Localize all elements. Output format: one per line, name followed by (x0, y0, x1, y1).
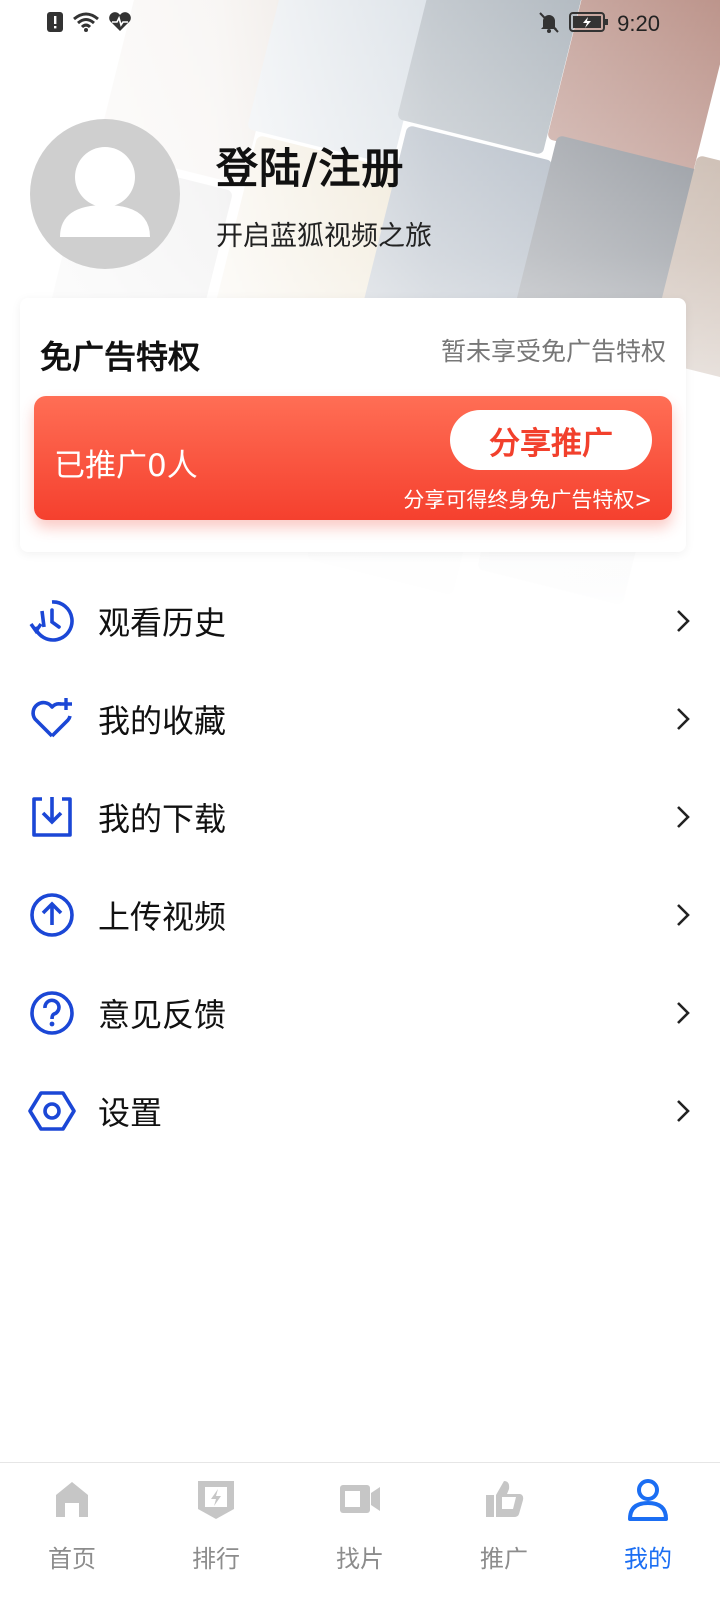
alert-icon (46, 11, 64, 37)
promo-banner: 已推广0人 分享推广 分享可得终身免广告特权> (34, 396, 672, 520)
question-icon (28, 989, 76, 1037)
menu-item-watch-history[interactable]: 观看历史 (0, 572, 720, 670)
nav-label: 排行 (192, 1545, 240, 1573)
menu-item-downloads[interactable]: 我的下载 (0, 768, 720, 866)
bell-off-icon (537, 10, 561, 38)
ranking-icon (192, 1475, 240, 1523)
adfree-privilege-card: 免广告特权 暂未享受免广告特权 已推广0人 分享推广 分享可得终身免广告特权> (20, 298, 686, 552)
profile-header[interactable]: 登陆/注册 开启蓝狐视频之旅 (30, 118, 690, 270)
menu-label: 观看历史 (98, 604, 227, 642)
status-bar: 9:20 (0, 0, 720, 48)
settings-hex-icon (28, 1087, 76, 1135)
person-icon (624, 1475, 672, 1523)
menu-label: 上传视频 (98, 898, 227, 936)
nav-tab-find-videos[interactable]: 找片 (288, 1463, 432, 1600)
menu-label: 设置 (98, 1094, 163, 1132)
chevron-right-icon (677, 610, 690, 632)
chevron-right-icon (677, 806, 690, 828)
promo-count: 已推广0人 (54, 448, 198, 484)
nav-label: 推广 (480, 1545, 528, 1573)
default-user-icon (60, 147, 150, 237)
nav-tab-home[interactable]: 首页 (0, 1463, 144, 1600)
nav-tab-ranking[interactable]: 排行 (144, 1463, 288, 1600)
bottom-navigation: 首页 排行 找片 推广 我的 (0, 1462, 720, 1600)
menu-list: 观看历史 我的收藏 我的下载 上传视频 意见反馈 设置 (0, 572, 720, 1160)
heart-monitor-icon (108, 11, 132, 37)
nav-tab-mine[interactable]: 我的 (576, 1463, 720, 1600)
nav-label: 我的 (624, 1545, 672, 1573)
menu-item-feedback[interactable]: 意见反馈 (0, 964, 720, 1062)
adfree-title: 免广告特权 (40, 338, 201, 376)
menu-label: 意见反馈 (98, 996, 227, 1034)
menu-label: 我的收藏 (98, 702, 227, 740)
battery-icon (569, 11, 609, 37)
download-icon (28, 793, 76, 841)
upload-icon (28, 891, 76, 939)
chevron-right-icon (677, 708, 690, 730)
status-time: 9:20 (617, 11, 660, 36)
menu-item-upload-video[interactable]: 上传视频 (0, 866, 720, 964)
chevron-right-icon (677, 904, 690, 926)
menu-item-settings[interactable]: 设置 (0, 1062, 720, 1160)
chevron-right-icon (677, 1002, 690, 1024)
chevron-right-icon (677, 1100, 690, 1122)
login-register-link[interactable]: 登陆/注册 (216, 135, 432, 196)
nav-tab-promote[interactable]: 推广 (432, 1463, 576, 1600)
adfree-status: 暂未享受免广告特权 (440, 337, 666, 366)
promo-hint-link[interactable]: 分享可得终身免广告特权> (403, 484, 652, 514)
wifi-icon (72, 11, 100, 37)
menu-label: 我的下载 (98, 800, 227, 838)
home-icon (48, 1475, 96, 1523)
profile-subtitle: 开启蓝狐视频之旅 (216, 221, 432, 252)
video-camera-icon (336, 1475, 384, 1523)
history-icon (28, 597, 76, 645)
menu-item-favorites[interactable]: 我的收藏 (0, 670, 720, 768)
share-promote-button[interactable]: 分享推广 (450, 410, 652, 470)
thumbs-up-icon (480, 1475, 528, 1523)
nav-label: 找片 (336, 1545, 384, 1573)
avatar[interactable] (30, 119, 180, 269)
nav-label: 首页 (48, 1545, 96, 1573)
favorite-heart-icon (28, 695, 76, 743)
